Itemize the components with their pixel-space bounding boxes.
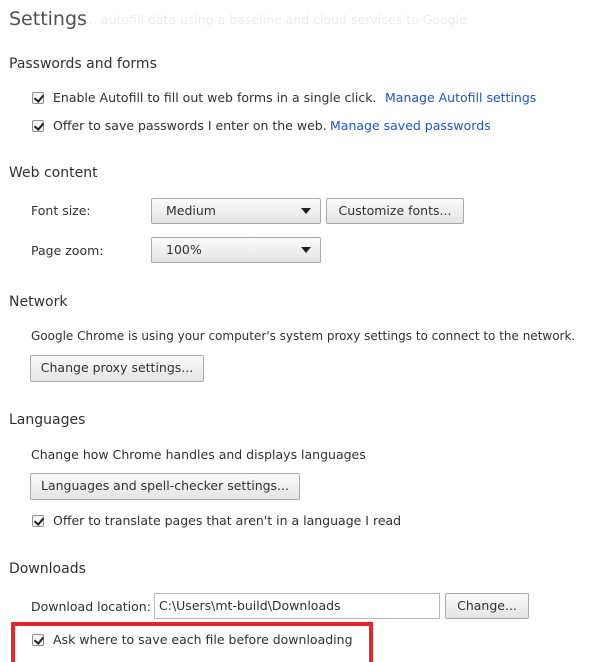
highlight-box bbox=[11, 622, 373, 662]
network-description: Google Chrome is using your computer's s… bbox=[31, 329, 576, 343]
font-size-select-value: Medium bbox=[166, 203, 216, 218]
section-title-languages: Languages bbox=[9, 412, 86, 428]
save-passwords-checkbox[interactable] bbox=[32, 120, 44, 132]
download-location-label: Download location: bbox=[31, 599, 151, 614]
chevron-down-icon bbox=[301, 247, 311, 253]
section-title-network: Network bbox=[9, 294, 68, 310]
section-title-web-content: Web content bbox=[9, 165, 98, 181]
font-size-select[interactable]: Medium bbox=[151, 198, 321, 224]
languages-settings-button[interactable]: Languages and spell-checker settings... bbox=[30, 473, 300, 500]
font-size-label: Font size: bbox=[31, 203, 91, 218]
change-download-location-button[interactable]: Change... bbox=[445, 593, 529, 619]
translate-label: Offer to translate pages that aren't in … bbox=[53, 513, 402, 528]
page-zoom-select-value: 100% bbox=[166, 242, 202, 257]
languages-description: Change how Chrome handles and displays l… bbox=[31, 447, 366, 462]
chevron-down-icon bbox=[301, 208, 311, 214]
page-zoom-label: Page zoom: bbox=[31, 243, 104, 258]
manage-passwords-link[interactable]: Manage saved passwords bbox=[330, 118, 491, 133]
translate-checkbox[interactable] bbox=[32, 515, 44, 527]
autofill-checkbox[interactable] bbox=[32, 92, 44, 104]
page-title: Settings bbox=[9, 8, 87, 30]
faded-header-text: ... autofill data using a baseline and c… bbox=[85, 12, 467, 27]
section-title-passwords-forms: Passwords and forms bbox=[9, 56, 157, 72]
page-zoom-select[interactable]: 100% bbox=[151, 237, 321, 263]
download-location-field[interactable]: C:\Users\mt-build\Downloads bbox=[154, 593, 440, 619]
change-proxy-button[interactable]: Change proxy settings... bbox=[30, 355, 204, 382]
section-title-downloads: Downloads bbox=[9, 561, 86, 577]
manage-autofill-link[interactable]: Manage Autofill settings bbox=[385, 90, 536, 105]
customize-fonts-button[interactable]: Customize fonts... bbox=[326, 198, 464, 224]
autofill-label: Enable Autofill to fill out web forms in… bbox=[53, 90, 377, 105]
save-passwords-label: Offer to save passwords I enter on the w… bbox=[53, 118, 327, 133]
